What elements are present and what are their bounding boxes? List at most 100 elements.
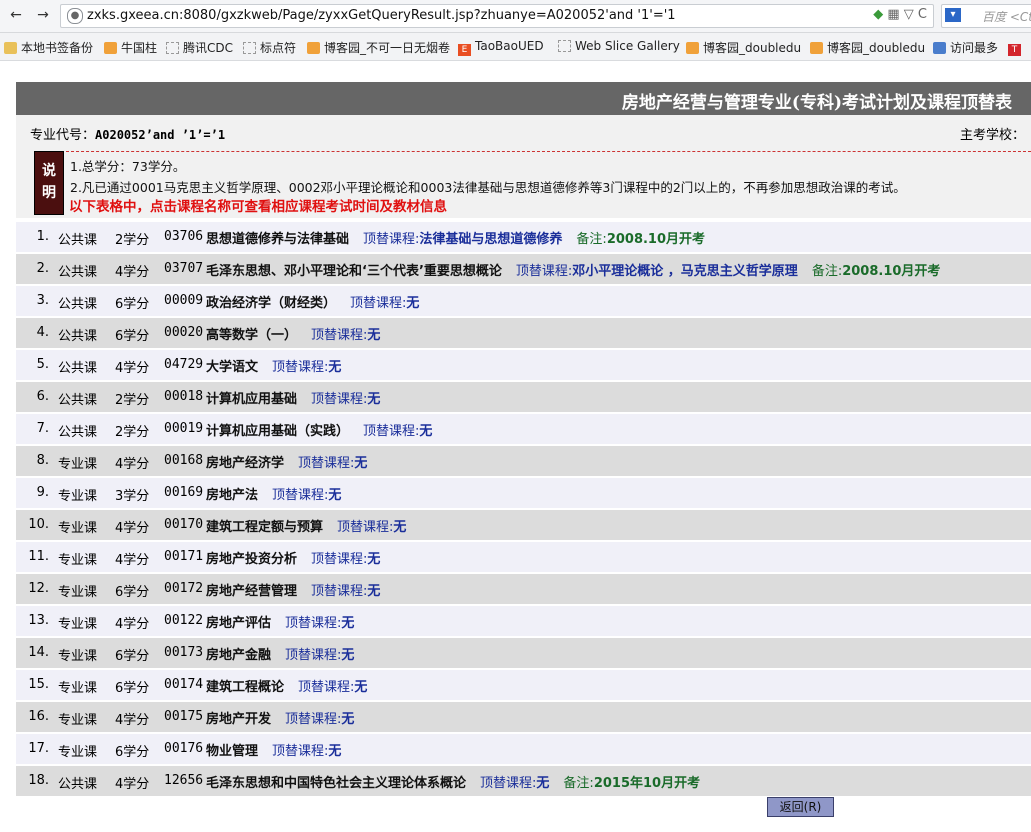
replace-course: 无: [328, 744, 342, 759]
course-number: 7.: [36, 421, 49, 436]
course-name-link[interactable]: 房地产投资分析: [206, 552, 297, 567]
course-details: 政治经济学（财经类） 顶替课程:无: [206, 292, 419, 311]
blank-page-icon: [166, 42, 179, 54]
course-name-link[interactable]: 建筑工程定额与预算: [206, 520, 323, 535]
bookmark-cnblogs-3[interactable]: 博客园_doubledu: [810, 39, 925, 56]
replace-label: 顶替课程:: [350, 296, 407, 311]
course-credit: 4学分: [115, 521, 150, 536]
bookmark-web-slice[interactable]: Web Slice Gallery: [558, 39, 680, 53]
replace-label: 顶替课程:: [298, 680, 355, 695]
bookmark-label: Web Slice Gallery: [575, 39, 680, 53]
bookmark-label: 腾讯CDC: [183, 41, 233, 55]
course-name-link[interactable]: 房地产开发: [206, 712, 271, 727]
course-code: 00176: [164, 741, 204, 756]
course-type: 专业课: [58, 585, 98, 600]
browser-toolbar: ← → ● zxks.gxeea.cn:8080/gxzkweb/Page/zy…: [0, 0, 1031, 33]
replace-label: 顶替课程:: [285, 648, 342, 663]
bookmark-label: 标点符: [260, 41, 297, 55]
course-credit: 6学分: [115, 681, 150, 696]
course-name-link[interactable]: 计算机应用基础: [206, 392, 297, 407]
bookmark-biaodianfu[interactable]: 标点符: [243, 39, 296, 56]
course-number: 14.: [28, 645, 49, 660]
forward-arrow-icon[interactable]: →: [33, 5, 53, 25]
bookmark-tencent-cdc[interactable]: 腾讯CDC: [166, 39, 233, 56]
course-name-link[interactable]: 房地产经营管理: [206, 584, 297, 599]
course-row: 12. 专业课 6学分 00172 房地产经营管理 顶替课程:无: [16, 574, 1031, 604]
course-name-link[interactable]: 建筑工程概论: [206, 680, 284, 695]
course-name-link[interactable]: 房地产法: [206, 488, 258, 503]
course-number: 2.: [36, 261, 49, 276]
bookmark-niuguozhu[interactable]: 牛国柱: [104, 39, 157, 56]
bookmark-taobaoued[interactable]: E TaoBaoUED: [458, 39, 544, 56]
course-row: 9. 专业课 3学分 00169 房地产法 顶替课程:无: [16, 478, 1031, 508]
url-text[interactable]: zxks.gxeea.cn:8080/gxzkweb/Page/zyxxGetQ…: [87, 8, 676, 23]
back-arrow-icon[interactable]: ←: [6, 5, 26, 25]
replace-label: 顶替课程:: [285, 616, 342, 631]
course-number: 1.: [36, 229, 49, 244]
address-tools: ◆ ▦ ▽ C: [873, 7, 927, 22]
course-row: 10. 专业课 4学分 00170 建筑工程定额与预算 顶替课程:无: [16, 510, 1031, 540]
bookmark-label: TaoBaoUED: [475, 39, 544, 53]
replace-label: 顶替课程:: [311, 392, 368, 407]
remark-label: 备注:: [563, 776, 594, 791]
replace-label: 顶替课程:: [363, 424, 420, 439]
course-credit: 4学分: [115, 777, 150, 792]
course-code: 00018: [164, 389, 204, 404]
course-name-link[interactable]: 毛泽东思想、邓小平理论和‘三个代表’重要思想概论: [206, 264, 502, 279]
replace-label: 顶替课程:: [272, 360, 329, 375]
course-name-link[interactable]: 房地产评估: [206, 616, 271, 631]
course-details: 房地产经济学 顶替课程:无: [206, 452, 367, 471]
course-row: 3. 公共课 6学分 00009 政治经济学（财经类） 顶替课程:无: [16, 286, 1031, 316]
search-engine-icon[interactable]: ▾: [945, 8, 961, 22]
qr-code-icon[interactable]: ▦: [887, 7, 899, 22]
course-name-link[interactable]: 高等数学（一）: [206, 328, 297, 343]
replace-course: 法律基础与思想道德修养: [419, 232, 563, 247]
course-name-link[interactable]: 房地产金融: [206, 648, 271, 663]
course-number: 5.: [36, 357, 49, 372]
back-button[interactable]: 返回(R): [767, 797, 834, 817]
course-details: 毛泽东思想、邓小平理论和‘三个代表’重要思想概论 顶替课程:邓小平理论概论 ，马克…: [206, 260, 940, 279]
course-details: 毛泽东思想和中国特色社会主义理论体系概论 顶替课程:无 备注:2015年10月开考: [206, 772, 700, 791]
course-number: 12.: [28, 581, 49, 596]
bookmark-most-visited[interactable]: 访问最多: [933, 39, 998, 56]
course-name-link[interactable]: 房地产经济学: [206, 456, 284, 471]
bookmark-overflow[interactable]: T: [1008, 39, 1025, 56]
bookmarks-bar: 本地书签备份 牛国柱 腾讯CDC 标点符 博客园_不可一日无烟卷 E TaoBao…: [0, 33, 1031, 61]
bookmark-local-backup[interactable]: 本地书签备份: [4, 39, 93, 56]
site-info-icon[interactable]: ●: [67, 8, 83, 24]
note-divider: [66, 151, 1031, 152]
bookmark-label: 访问最多: [950, 41, 999, 55]
course-name-link[interactable]: 思想道德修养与法律基础: [206, 232, 349, 247]
history-icon: [933, 42, 946, 54]
course-credit: 4学分: [115, 617, 150, 632]
course-row: 13. 专业课 4学分 00122 房地产评估 顶替课程:无: [16, 606, 1031, 636]
course-code: 00122: [164, 613, 204, 628]
course-type: 专业课: [58, 617, 98, 632]
replace-label: 顶替课程:: [515, 264, 573, 279]
bookmark-cnblogs-2[interactable]: 博客园_doubledu: [686, 39, 801, 56]
course-type: 公共课: [58, 233, 98, 248]
course-code: 03706: [164, 229, 204, 244]
course-name-link[interactable]: 政治经济学（财经类）: [206, 296, 336, 311]
course-name-link[interactable]: 物业管理: [206, 744, 258, 759]
dropdown-arrow-icon[interactable]: ▽: [904, 7, 914, 22]
course-name-link[interactable]: 毛泽东思想和中国特色社会主义理论体系概论: [206, 776, 466, 791]
course-row: 8. 专业课 4学分 00168 房地产经济学 顶替课程:无: [16, 446, 1031, 476]
note-badge: 说 明: [34, 151, 64, 215]
bookmark-label: 牛国柱: [121, 41, 158, 55]
course-credit: 6学分: [115, 745, 150, 760]
bookmark-label: 博客园_doubledu: [703, 41, 802, 55]
course-credit: 4学分: [115, 361, 150, 376]
shield-icon[interactable]: ◆: [873, 7, 883, 22]
bookmark-cnblogs-1[interactable]: 博客园_不可一日无烟卷: [307, 39, 450, 56]
course-row: 18. 公共课 4学分 12656 毛泽东思想和中国特色社会主义理论体系概论 顶替课程:无…: [16, 766, 1031, 796]
course-code: 00171: [164, 549, 204, 564]
course-name-link[interactable]: 大学语文: [206, 360, 258, 375]
rss-icon: [307, 42, 320, 54]
course-name-link[interactable]: 计算机应用基础（实践）: [206, 424, 349, 439]
address-bar[interactable]: ● zxks.gxeea.cn:8080/gxzkweb/Page/zyxxGe…: [60, 4, 934, 28]
folder-icon: [4, 42, 17, 54]
search-box[interactable]: ▾ 百度 <Ctrl: [941, 4, 1031, 28]
remark-value: 2008.10月开考: [606, 232, 706, 247]
refresh-icon[interactable]: C: [918, 7, 927, 22]
